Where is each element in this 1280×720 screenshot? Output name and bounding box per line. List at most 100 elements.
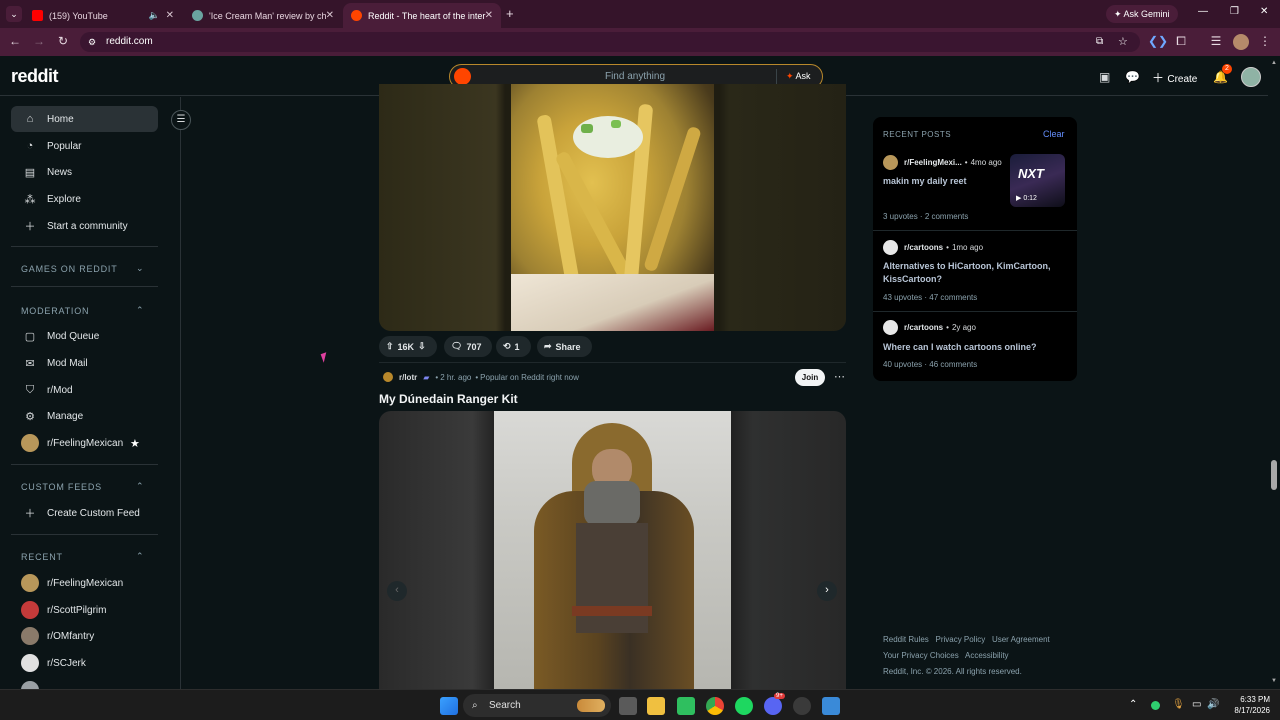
chevron-down-icon[interactable]: ⌄ bbox=[136, 263, 144, 274]
minimize-icon[interactable]: — bbox=[1198, 6, 1208, 17]
recent-post-subreddit[interactable]: r/FeelingMexi... • 4mo ago bbox=[883, 155, 1002, 170]
menu-dots-icon[interactable]: ⋮ bbox=[1257, 34, 1273, 48]
moderation-section-header[interactable]: MODERATION bbox=[21, 306, 89, 316]
accessibility-link[interactable]: Accessibility bbox=[965, 651, 1009, 660]
clear-button[interactable]: Clear bbox=[1043, 129, 1065, 139]
tab-list-button[interactable]: ⌄ bbox=[6, 6, 22, 22]
user-agreement-link[interactable]: User Agreement bbox=[992, 635, 1050, 644]
star-icon[interactable]: ★ bbox=[130, 437, 140, 450]
post-media-image[interactable] bbox=[379, 84, 846, 331]
sidebar-item-mod-mail[interactable]: ✉ Mod Mail bbox=[11, 350, 158, 376]
scrollbar-thumb[interactable] bbox=[1271, 460, 1277, 490]
reddit-logo[interactable]: reddit bbox=[11, 66, 59, 87]
gallery-next-icon[interactable]: › bbox=[817, 581, 837, 601]
forward-icon[interactable]: → bbox=[31, 34, 47, 48]
close-tab-icon[interactable]: ✕ bbox=[166, 10, 174, 21]
microphone-icon[interactable]: 🎙 bbox=[1172, 699, 1185, 710]
tray-chevron-icon[interactable]: ⌃ bbox=[1129, 699, 1137, 710]
new-tab-icon[interactable]: + bbox=[506, 6, 514, 21]
app-icon[interactable] bbox=[793, 697, 811, 715]
tab-youtube[interactable]: (159) YouTube 🔈 ✕ bbox=[24, 3, 182, 28]
chrome-icon[interactable] bbox=[706, 697, 724, 715]
post-title[interactable]: My Dúnedain Ranger Kit bbox=[379, 392, 518, 406]
spotify-icon[interactable] bbox=[735, 697, 753, 715]
comments-button[interactable]: 🗨 707 bbox=[444, 336, 493, 357]
windows-start-icon[interactable] bbox=[440, 697, 458, 715]
recent-post-subreddit[interactable]: r/cartoons • 2y ago bbox=[883, 320, 976, 335]
sidebar-item-create-custom-feed[interactable]: ＋ Create Custom Feed bbox=[11, 500, 158, 526]
taskbar-clock[interactable]: 6:33 PM 8/17/2026 bbox=[1224, 694, 1270, 716]
extensions-puzzle-icon[interactable]: ⧠ bbox=[1173, 34, 1189, 49]
back-icon[interactable]: ← bbox=[7, 34, 23, 48]
app-icon[interactable] bbox=[677, 697, 695, 715]
reading-list-icon[interactable]: ☰ bbox=[1208, 34, 1224, 48]
create-button[interactable]: ＋ Create bbox=[1152, 69, 1197, 86]
install-icon[interactable]: ⧉ bbox=[1096, 32, 1103, 52]
volume-icon[interactable]: 🔊 bbox=[1207, 699, 1219, 710]
ask-gemini-button[interactable]: ✦ Ask Gemini bbox=[1106, 5, 1178, 23]
subreddit-link[interactable]: r/lotr bbox=[399, 373, 417, 382]
bookmark-star-icon[interactable]: ☆ bbox=[1118, 32, 1128, 52]
network-icon[interactable]: ▭ bbox=[1192, 699, 1201, 710]
chat-icon[interactable]: 💬 bbox=[1125, 70, 1140, 84]
sidebar-item-feelingmexican[interactable]: r/FeelingMexican ★ bbox=[11, 430, 158, 456]
profile-avatar[interactable] bbox=[1233, 34, 1249, 50]
vote-pill[interactable]: ⇧ 16K ⇩ bbox=[379, 336, 437, 357]
user-avatar[interactable] bbox=[1241, 67, 1261, 87]
recent-section-header[interactable]: RECENT bbox=[21, 552, 63, 562]
privacy-choices-link[interactable]: Your Privacy Choices bbox=[883, 651, 959, 660]
advertise-icon[interactable]: ▣ bbox=[1099, 70, 1110, 84]
privacy-policy-link[interactable]: Privacy Policy bbox=[935, 635, 985, 644]
recent-post-title[interactable]: Alternatives to HiCartoon, KimCartoon, K… bbox=[883, 260, 1063, 286]
sidebar-item-home[interactable]: ⌂ Home bbox=[11, 106, 158, 132]
ask-button[interactable]: ✦ Ask bbox=[786, 71, 811, 82]
maximize-icon[interactable]: ❐ bbox=[1230, 6, 1239, 17]
sidebar-item-recent[interactable]: r/SCJerk bbox=[11, 650, 158, 676]
sidebar-item-popular[interactable]: ◔ Popular bbox=[11, 133, 158, 159]
crosspost-button[interactable]: ⟲ 1 bbox=[496, 336, 531, 357]
scroll-down-icon[interactable]: ▼ bbox=[1271, 678, 1277, 684]
sidebar-item-recent[interactable] bbox=[11, 677, 158, 689]
close-tab-icon[interactable]: ✕ bbox=[485, 10, 493, 21]
discord-icon[interactable] bbox=[764, 697, 782, 715]
share-button[interactable]: ➦ Share bbox=[537, 336, 592, 357]
sidebar-item-explore[interactable]: ⁂ Explore bbox=[11, 186, 158, 212]
custom-feeds-section-header[interactable]: CUSTOM FEEDS bbox=[21, 482, 102, 492]
reddit-rules-link[interactable]: Reddit Rules bbox=[883, 635, 929, 644]
chevron-up-icon[interactable]: ⌃ bbox=[136, 305, 144, 316]
lotr-subreddit-icon[interactable] bbox=[383, 372, 393, 382]
sidebar-item-r-mod[interactable]: ⛉ r/Mod bbox=[11, 377, 158, 403]
sidebar-item-mod-queue[interactable]: ▢ Mod Queue bbox=[11, 323, 158, 349]
url-field[interactable]: ⚙ reddit.com ⧉ ☆ bbox=[80, 32, 1140, 52]
games-section-header[interactable]: GAMES ON REDDIT bbox=[21, 264, 118, 274]
recent-post-title[interactable]: makin my daily reet bbox=[883, 175, 1003, 188]
page-scrollbar[interactable]: ▲ ▼ bbox=[1268, 56, 1280, 689]
sidebar-item-recent[interactable]: r/ScottPilgrim bbox=[11, 597, 158, 623]
sidebar-item-start-community[interactable]: ＋ Start a community bbox=[11, 213, 158, 239]
close-tab-icon[interactable]: ✕ bbox=[326, 10, 334, 21]
downvote-icon[interactable]: ⇩ bbox=[418, 341, 426, 352]
taskbar-search[interactable]: ⌕ Search bbox=[463, 694, 611, 717]
collapse-sidebar-icon[interactable]: ☰ bbox=[171, 110, 191, 130]
tab-reddit[interactable]: Reddit - The heart of the intern ✕ bbox=[343, 3, 501, 28]
sidebar-item-recent[interactable]: r/OMfantry bbox=[11, 623, 158, 649]
close-window-icon[interactable]: ✕ bbox=[1260, 6, 1268, 17]
task-view-icon[interactable] bbox=[619, 697, 637, 715]
chevron-up-icon[interactable]: ⌃ bbox=[136, 551, 144, 562]
scroll-up-icon[interactable]: ▲ bbox=[1271, 60, 1277, 66]
speaker-icon[interactable]: 🔈 bbox=[149, 10, 160, 21]
chevron-up-icon[interactable]: ⌃ bbox=[136, 481, 144, 492]
upvote-icon[interactable]: ⇧ bbox=[386, 341, 394, 352]
recent-post-subreddit[interactable]: r/cartoons • 1mo ago bbox=[883, 240, 983, 255]
sidebar-item-news[interactable]: ▤ News bbox=[11, 159, 158, 185]
sidebar-item-manage[interactable]: ⚙ Manage bbox=[11, 403, 158, 429]
recent-post-thumbnail[interactable]: NXT ▶ 0:12 bbox=[1010, 154, 1065, 207]
file-explorer-icon[interactable] bbox=[647, 697, 665, 715]
join-button[interactable]: Join bbox=[795, 369, 825, 386]
reload-icon[interactable]: ↻ bbox=[55, 34, 71, 48]
sidebar-item-recent[interactable]: r/FeelingMexican bbox=[11, 570, 158, 596]
extension-icon[interactable]: ❮❯ bbox=[1148, 34, 1168, 48]
photos-icon[interactable] bbox=[822, 697, 840, 715]
gallery-prev-icon[interactable]: ‹ bbox=[387, 581, 407, 601]
tab-ice-cream-man[interactable]: 'Ice Cream Man' review by chil ✕ bbox=[184, 3, 342, 28]
